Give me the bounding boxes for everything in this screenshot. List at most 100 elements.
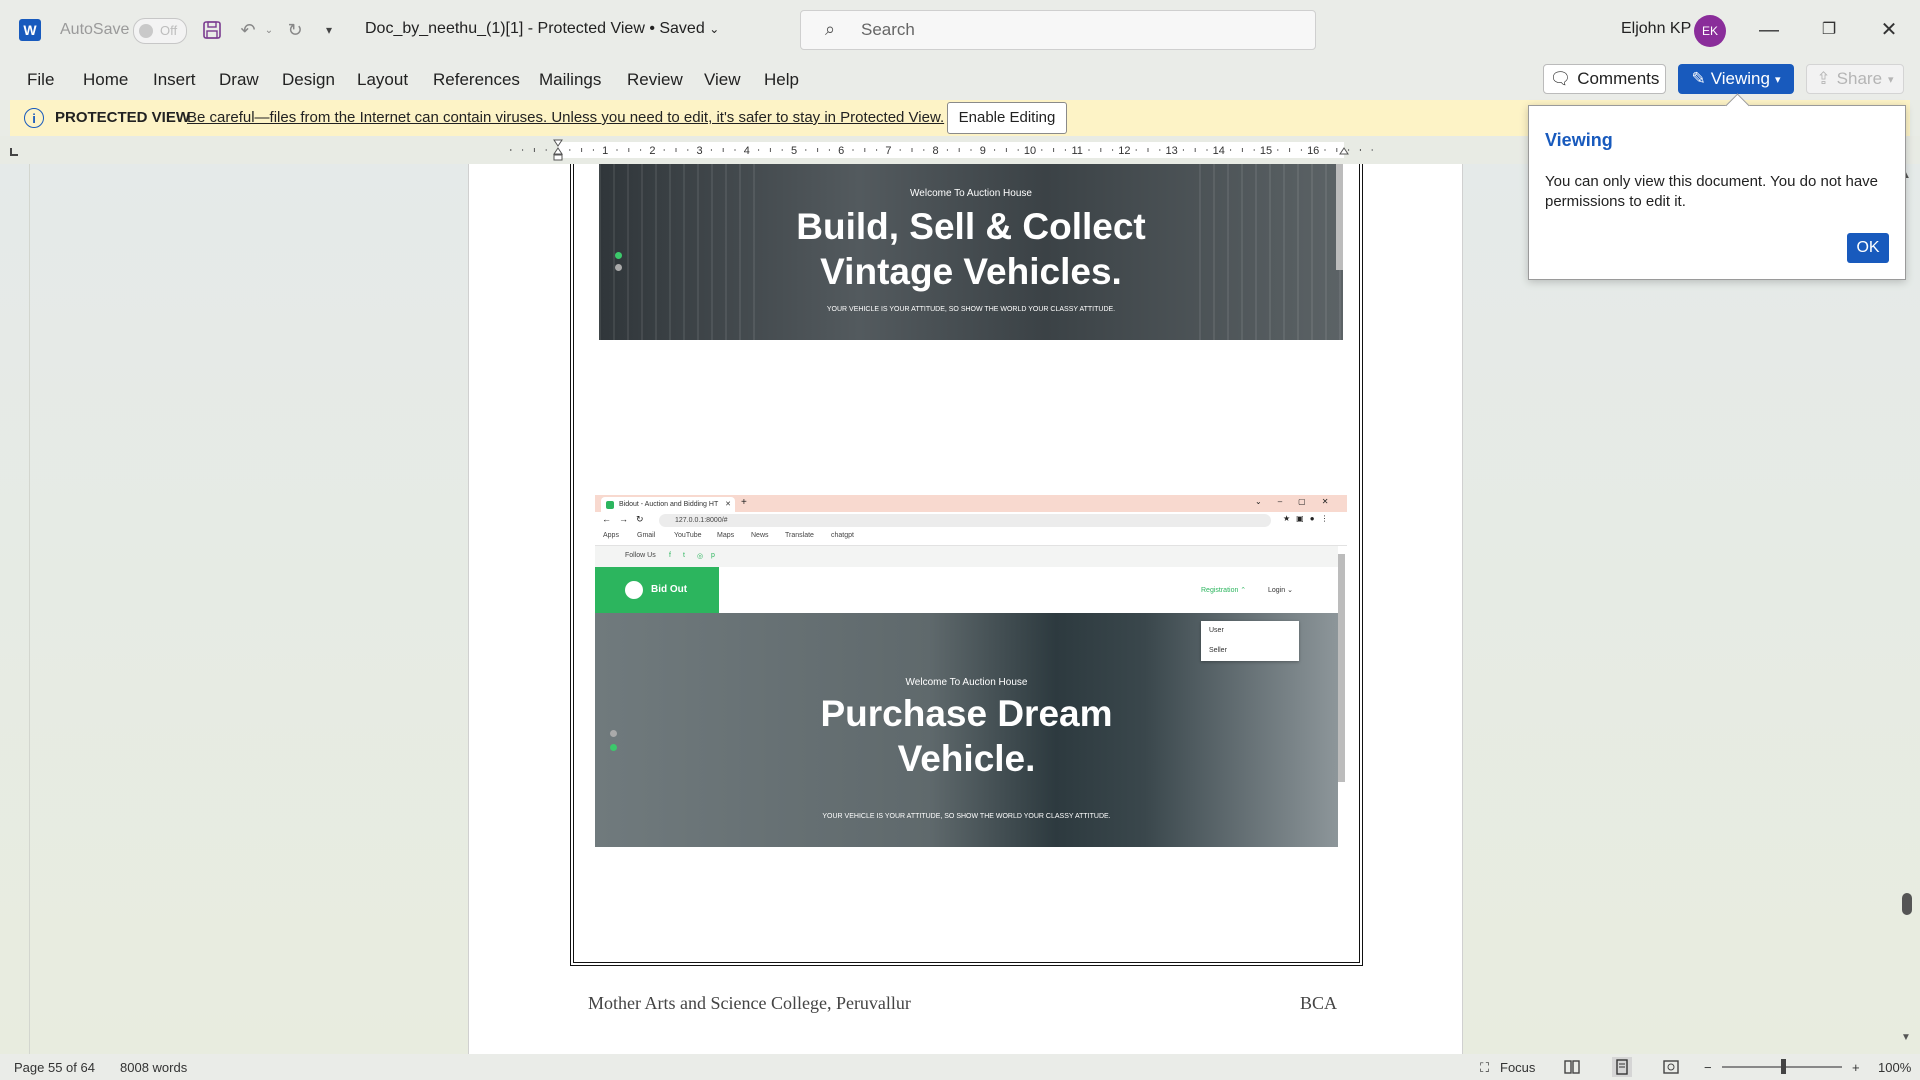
undo-icon[interactable]: ↶ [234,17,262,43]
follow-us-bar: Follow Us f t ◎ p [595,546,1338,567]
tab-review[interactable]: Review [627,70,683,90]
instagram-icon: ◎ [697,553,704,560]
redo-icon[interactable]: ↻ [282,17,308,43]
nav-login: Login ⌄ [1268,587,1293,594]
info-icon: i [24,108,44,128]
website-screenshot-2: Bidout - Auction and Bidding HT ✕ + ⌄–▢✕… [595,495,1347,847]
facebook-icon: f [669,552,671,559]
search-box[interactable]: ⌕ Search [800,10,1316,50]
ruler-number: 1 [602,145,608,157]
tab-home[interactable]: Home [83,70,128,90]
browser-address-bar: ←→↻ 127.0.0.1:8000/# ★▣●⋮ [595,512,1347,529]
focus-icon[interactable]: ⛶ [1480,1060,1489,1076]
autosave-toggle[interactable]: Off [133,18,187,44]
pen-icon: ✎ [1691,69,1706,88]
vertical-scrollbar-thumb[interactable] [1902,893,1912,915]
page-count[interactable]: Page 55 of 64 [14,1060,95,1075]
viewing-label: Viewing [1710,69,1770,88]
horizontal-ruler[interactable]: 1 2 3 4 5 6 7 8 9 10 11 12 13 14 15 16 [468,136,1464,164]
minimize-icon[interactable]: — [1751,14,1787,46]
hero-welcome: Welcome To Auction House [905,677,1028,688]
share-icon: ⇪ [1816,69,1831,88]
tab-view[interactable]: View [704,70,741,90]
ruler-number: 9 [980,145,986,157]
share-button[interactable]: ⇪ Share ▾ [1806,64,1904,94]
comments-label: Comments [1577,69,1660,88]
customize-qat-icon[interactable]: ▾ [320,17,338,43]
save-icon[interactable] [200,17,224,43]
logo-mark-icon [625,581,643,599]
left-indent-marker [553,154,563,161]
title-chevron-icon: ⌄ [709,22,720,36]
browser-nav-icons: ←→↻ [602,514,652,524]
tab-mailings[interactable]: Mailings [539,70,601,90]
site-logo-text: Bid Out [651,584,688,595]
hero-headline-line1: Purchase Dream [820,693,1113,734]
ruler-number: 2 [649,145,655,157]
tab-design[interactable]: Design [282,70,335,90]
browser-window-controls-icon: ⌄–▢✕ [1255,497,1345,506]
search-icon: ⌕ [825,19,836,39]
tab-help[interactable]: Help [764,70,799,90]
ruler-number: 5 [791,145,797,157]
pinterest-icon: p [711,552,715,559]
focus-label[interactable]: Focus [1500,1060,1535,1075]
word-logo-icon: W [19,19,41,41]
word-count[interactable]: 8008 words [120,1060,187,1075]
undo-dropdown-icon[interactable]: ⌄ [262,17,276,43]
tab-references[interactable]: References [433,70,520,90]
viewing-mode-button[interactable]: ✎ Viewing ▾ [1678,64,1794,94]
document-page[interactable]: Welcome To Auction House Build, Sell & C… [468,164,1463,1054]
close-icon[interactable]: ✕ [1871,14,1907,46]
ruler-number: 3 [697,145,703,157]
ruler-number: 4 [744,145,750,157]
protected-view-message[interactable]: Be careful—files from the Internet can c… [187,109,944,126]
hero-welcome: Welcome To Auction House [910,188,1032,199]
ruler-number: 15 [1260,145,1272,157]
tab-draw[interactable]: Draw [219,70,259,90]
bookmark-maps: Maps [717,532,735,539]
comments-button[interactable]: 🗨 Comments [1543,64,1666,94]
web-layout-icon[interactable] [1661,1057,1681,1077]
popup-ok-button[interactable]: OK [1847,233,1889,263]
dropdown-item-seller: Seller [1209,647,1227,654]
tab-layout[interactable]: Layout [357,70,408,90]
ruler-number: 14 [1213,145,1225,157]
zoom-level[interactable]: 100% [1878,1060,1911,1075]
ruler-number: 8 [933,145,939,157]
registration-dropdown: User Seller [1201,621,1299,661]
document-title[interactable]: Doc_by_neethu_(1)[1] - Protected View • … [365,20,719,38]
ruler-number: 7 [885,145,891,157]
twitter-icon: t [683,552,685,559]
search-placeholder: Search [861,20,915,39]
read-mode-icon[interactable] [1562,1057,1582,1077]
autosave-label: AutoSave [60,21,130,38]
zoom-in-icon[interactable]: + [1852,1060,1860,1075]
screenshot-scrollbar [1338,554,1345,782]
zoom-slider-thumb[interactable] [1781,1059,1786,1074]
share-label: Share [1836,69,1883,88]
bookmark-youtube: YouTube [674,532,702,539]
scroll-down-icon[interactable]: ▼ [1901,1032,1911,1043]
footer-course: BCA [1300,993,1338,1013]
avatar[interactable]: EK [1694,15,1726,47]
user-name[interactable]: Eljohn KP [1621,20,1691,38]
tab-stop-selector-icon[interactable] [10,148,18,156]
vertical-ruler-divider [29,164,30,1054]
popup-body: You can only view this document. You do … [1545,173,1879,210]
tab-insert[interactable]: Insert [153,70,196,90]
chevron-down-icon: ▾ [1888,73,1894,86]
browser-tab-bar: Bidout - Auction and Bidding HT ✕ + ⌄–▢✕ [595,495,1347,512]
print-layout-icon[interactable] [1612,1057,1632,1077]
follow-us-label: Follow Us [625,552,656,559]
zoom-out-icon[interactable]: − [1704,1060,1712,1075]
title-bar: W AutoSave Off ↶ ⌄ ↻ ▾ Doc_by_neethu_(1)… [0,0,1920,60]
site-logo: Bid Out [595,567,719,613]
restore-icon[interactable]: ❐ [1811,14,1847,46]
tab-file[interactable]: File [27,70,54,90]
tab-close-icon: ✕ [725,501,731,508]
hero-headline-line2: Vehicle. [897,738,1036,779]
nav-registration: Registration ⌃ [1201,587,1247,594]
bookmark-gmail: Gmail [637,532,656,539]
enable-editing-button[interactable]: Enable Editing [947,102,1067,134]
